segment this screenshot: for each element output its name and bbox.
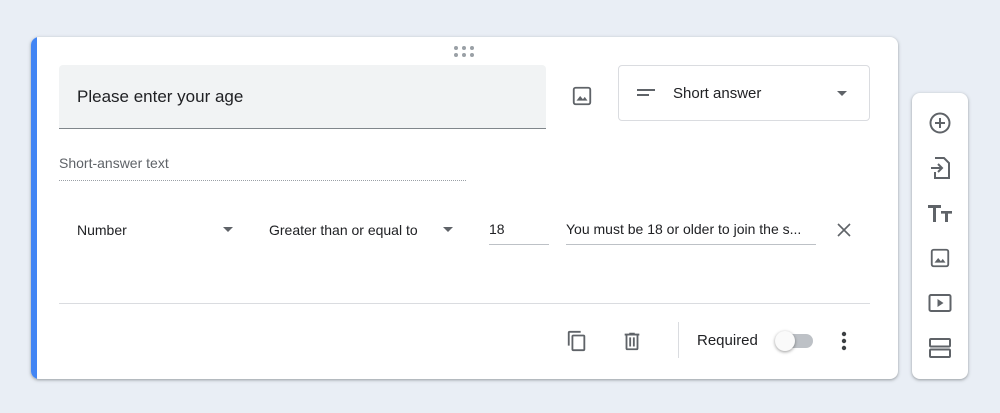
active-accent-bar — [31, 37, 37, 379]
import-icon — [931, 157, 950, 179]
chevron-down-icon — [837, 91, 847, 96]
drag-handle-icon[interactable] — [451, 45, 477, 57]
trash-icon — [624, 332, 640, 351]
video-icon — [928, 294, 952, 312]
question-type-label: Short answer — [673, 84, 762, 102]
validation-type-dropdown[interactable]: Number — [77, 215, 233, 245]
title-icon — [928, 205, 952, 222]
question-title-text: Please enter your age — [77, 86, 244, 106]
footer-divider — [59, 303, 870, 304]
short-answer-placeholder-text: Short-answer text — [59, 155, 169, 171]
add-image-button[interactable] — [564, 78, 600, 114]
validation-condition-label: Greater than or equal to — [269, 222, 418, 238]
add-image-toolbar-button[interactable] — [924, 242, 956, 274]
required-label: Required — [697, 332, 758, 349]
toggle-thumb — [775, 331, 795, 351]
chevron-down-icon — [223, 227, 233, 232]
delete-button[interactable] — [616, 325, 648, 357]
chevron-down-icon — [443, 227, 453, 232]
footer-vertical-divider — [678, 322, 679, 358]
image-icon — [572, 86, 592, 106]
question-title-input[interactable]: Please enter your age — [59, 65, 546, 129]
validation-number-value: 18 — [489, 221, 505, 237]
add-title-button[interactable] — [924, 197, 956, 229]
question-card[interactable]: Please enter your age Short answer Short… — [31, 37, 898, 379]
add-video-button[interactable] — [924, 287, 956, 319]
import-questions-button[interactable] — [924, 152, 956, 184]
question-type-dropdown[interactable]: Short answer — [618, 65, 870, 121]
add-question-button[interactable] — [924, 107, 956, 139]
duplicate-button[interactable] — [561, 325, 593, 357]
close-icon — [837, 223, 851, 237]
more-options-button[interactable] — [828, 325, 860, 357]
section-icon — [929, 338, 951, 358]
validation-error-text-input[interactable]: You must be 18 or older to join the s... — [566, 217, 816, 245]
copy-icon — [567, 330, 586, 352]
validation-number-input[interactable]: 18 — [489, 217, 549, 245]
image-icon — [930, 248, 950, 268]
short-text-icon — [637, 88, 655, 98]
remove-validation-button[interactable] — [833, 219, 855, 241]
validation-condition-dropdown[interactable]: Greater than or equal to — [269, 215, 453, 245]
add-circle-icon — [929, 112, 951, 134]
floating-toolbar — [912, 93, 968, 379]
more-vertical-icon — [841, 331, 847, 351]
add-section-button[interactable] — [924, 332, 956, 364]
short-answer-placeholder: Short-answer text — [59, 153, 466, 181]
required-toggle[interactable] — [775, 331, 815, 351]
validation-type-label: Number — [77, 222, 127, 238]
